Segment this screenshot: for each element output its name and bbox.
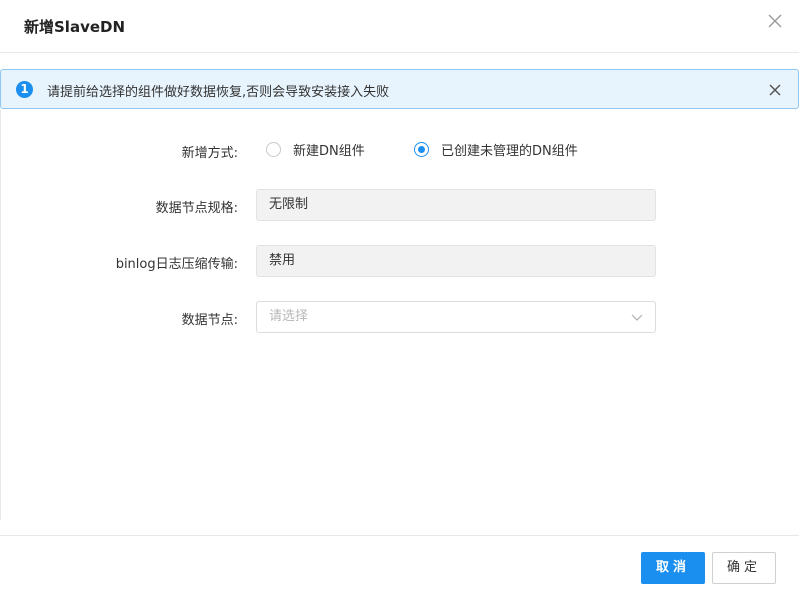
dialog-title: 新增SlaveDN	[24, 18, 126, 36]
radio-circle-checked[interactable]	[414, 142, 429, 157]
dialog-header: 新增SlaveDN	[0, 0, 799, 53]
radio-new-dn[interactable]: 新建DN组件	[266, 140, 365, 159]
radio-label: 新建DN组件	[293, 144, 365, 159]
spec-field: 无限制	[256, 189, 656, 221]
chevron-down-icon	[631, 314, 643, 321]
node-select-placeholder: 请选择	[269, 309, 309, 324]
binlog-field: 禁用	[256, 245, 656, 277]
info-alert: 1 请提前给选择的组件做好数据恢复,否则会导致安装接入失败	[0, 69, 799, 109]
alert-close-icon[interactable]	[768, 82, 782, 96]
dialog-footer: 取消 确定	[0, 535, 799, 598]
radio-circle[interactable]	[266, 142, 281, 157]
close-icon[interactable]	[765, 11, 785, 31]
radio-existing-dn[interactable]: 已创建未管理的DN组件	[414, 140, 578, 159]
info-icon: 1	[16, 81, 33, 98]
node-label: 数据节点:	[181, 313, 238, 328]
node-select[interactable]: 请选择	[256, 301, 656, 333]
alert-message: 请提前给选择的组件做好数据恢复,否则会导致安装接入失败	[47, 85, 390, 100]
binlog-label: binlog日志压缩传输:	[115, 257, 238, 272]
form-divider	[0, 110, 1, 520]
confirm-button[interactable]: 确定	[712, 552, 776, 584]
mode-label: 新增方式:	[181, 146, 238, 161]
cancel-button[interactable]: 取消	[641, 552, 705, 584]
spec-label: 数据节点规格:	[155, 201, 238, 216]
add-slave-dn-dialog: 新增SlaveDN 1 请提前给选择的组件做好数据恢复,否则会导致安装接入失败 …	[0, 0, 799, 598]
radio-label: 已创建未管理的DN组件	[441, 144, 578, 159]
